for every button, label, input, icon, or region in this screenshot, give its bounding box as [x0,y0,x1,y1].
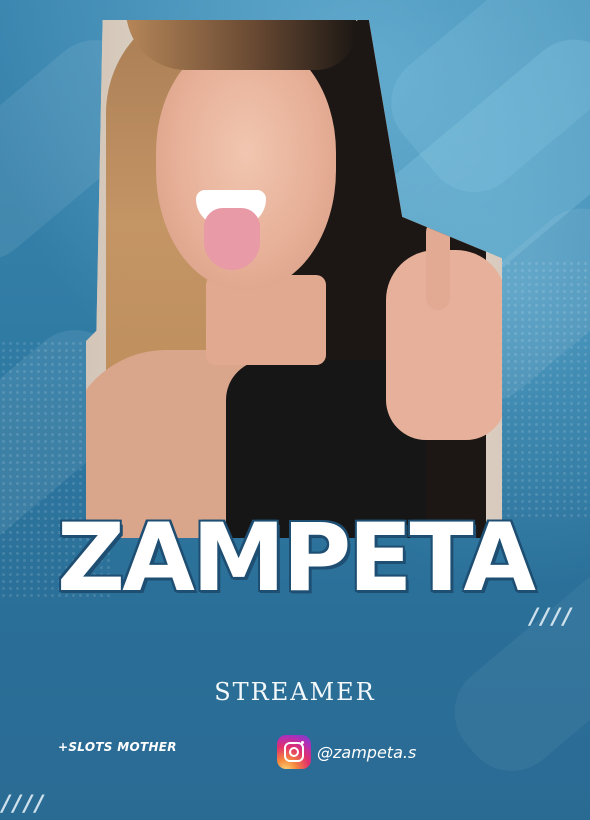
tagline: +SLOTS MOTHER [58,740,177,754]
instagram-link[interactable]: @zampeta.s [277,735,416,769]
decor-slashes-left: //// [2,792,47,817]
role-title: STREAMER [214,678,376,706]
instagram-handle: @zampeta.s [317,742,417,762]
decor-slashes-right: //// [530,605,575,630]
instagram-icon [277,735,311,769]
streamer-name: ZAMPETA [56,504,536,613]
